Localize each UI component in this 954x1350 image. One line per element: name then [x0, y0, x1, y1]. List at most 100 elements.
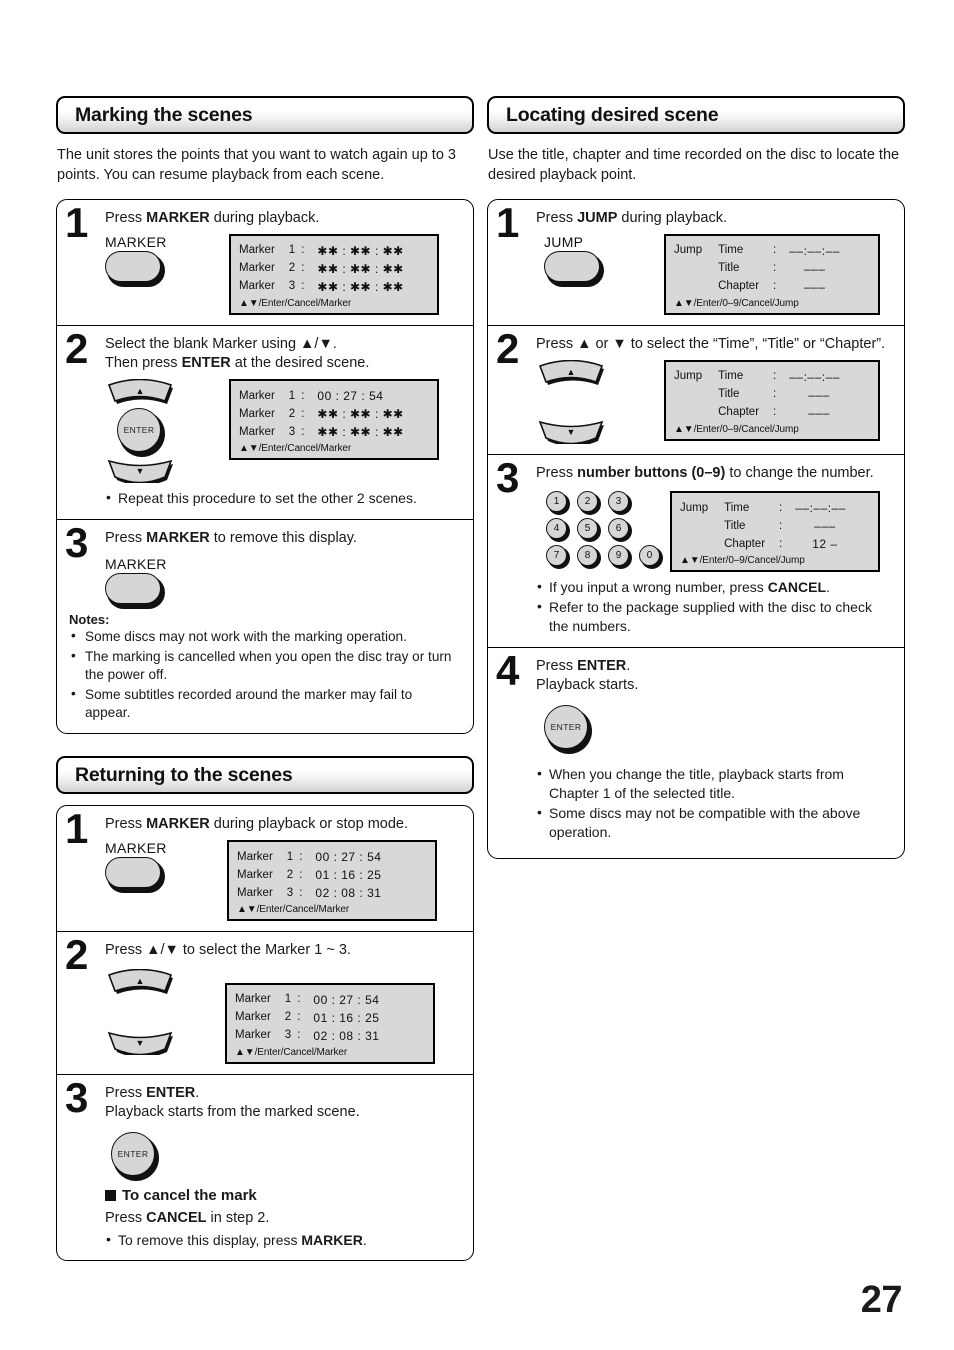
oval-button-shape[interactable] — [105, 250, 165, 287]
number-button-0[interactable]: 0 — [639, 545, 663, 570]
osd-row-value: 01 : 16 : 25 — [313, 1010, 380, 1025]
number-button-6[interactable]: 6 — [608, 518, 632, 543]
step-bullets: If you input a wrong number, press CANCE… — [536, 577, 892, 635]
osd-row-index: 2 — [284, 1011, 292, 1023]
step-bullets: When you change the title, playback star… — [536, 764, 892, 841]
number-button-5[interactable]: 5 — [577, 518, 601, 543]
dpad-graphic[interactable]: ▲ ENTER ▼ — [105, 379, 197, 484]
button-face[interactable] — [544, 250, 600, 282]
osd-row-label: Chapter — [718, 280, 760, 293]
marker-button-graphic[interactable]: MARKER — [105, 840, 167, 894]
osd-row-label: Marker — [235, 1029, 271, 1041]
arrow-up-button[interactable]: ▲ — [105, 968, 175, 995]
section-title: Locating desired scene — [506, 103, 719, 126]
number-button-1[interactable]: 1 — [546, 491, 570, 516]
enter-button-face[interactable]: ENTER — [111, 1132, 155, 1177]
osd-hint: ▲▼/Enter/Cancel/Marker — [237, 904, 350, 916]
step-instruction: Press MARKER during playback. — [105, 209, 320, 226]
arrow-up-glyph: ▲ — [566, 367, 576, 378]
arrow-down-button[interactable]: ▼ — [105, 457, 175, 484]
marker-button-graphic[interactable]: MARKER — [105, 234, 167, 287]
enter-button[interactable]: ENTER — [117, 408, 165, 458]
osd-table: Marker 1 : 00 : 27 : 54 Marker 2 : 01 : … — [235, 991, 384, 1045]
osd-row: Title : ––– — [674, 386, 854, 404]
osd-row-label: Marker — [239, 425, 275, 438]
osd-row: Marker 3 : ✱✱ : ✱✱ : ✱✱ — [239, 423, 409, 441]
osd-row-index: 3 — [288, 425, 296, 438]
step-instruction: Press ENTER. Playback starts from the mar… — [105, 1084, 360, 1121]
arrow-down-button[interactable]: ▼ — [105, 1029, 175, 1055]
oval-button-shape[interactable] — [544, 250, 604, 287]
enter-button[interactable]: ENTER — [111, 1132, 159, 1182]
osd-row: Jump Time : ––:––:–– — [674, 242, 845, 260]
number-button-7[interactable]: 7 — [546, 545, 570, 570]
osd-row-value: 02 : 08 : 31 — [313, 1028, 380, 1043]
step-returning-3: 3 Press ENTER. Playback starts from the m… — [57, 1073, 473, 1261]
arrow-down-button[interactable]: ▼ — [536, 418, 606, 445]
osd-jump-display: Jump Time : ––:––:–– Title : ––– Chapter… — [664, 360, 880, 442]
osd-marker-display: Marker 1 : 00 : 27 : 54 Marker 2 : 01 : … — [227, 840, 437, 922]
osd-row-value: ✱✱ : ✱✱ : ✱✱ — [317, 279, 404, 294]
osd-row-label: Time — [718, 244, 744, 257]
osd-row-label: Title — [718, 388, 740, 401]
jump-button-label: JUMP — [544, 233, 584, 250]
number-button-8[interactable]: 8 — [577, 545, 601, 570]
osd-jump-display: Jump Time : ––:––:–– Title : ––– Chapter… — [664, 233, 880, 315]
osd-row: Marker 2 : 01 : 16 : 25 — [237, 866, 386, 884]
osd-row-index: 3 — [288, 280, 296, 293]
jump-button-graphic[interactable]: JUMP — [544, 233, 604, 287]
steps-box-locating: 1 Press JUMP during playback. JUMP Jump … — [487, 198, 905, 860]
step-instruction: Press ▲ or ▼ to select the “Time”, “Titl… — [536, 335, 886, 352]
enter-button[interactable]: ENTER — [544, 705, 592, 755]
step-number: 1 — [496, 198, 519, 246]
osd-row-value: 12 – — [812, 537, 838, 552]
marker-button-label: MARKER — [105, 556, 167, 573]
marker-button-graphic[interactable]: MARKER — [105, 556, 167, 610]
dpad-graphic[interactable]: ▲ ▼ — [105, 968, 197, 1055]
number-button-2[interactable]: 2 — [577, 491, 601, 516]
steps-box-returning: 1 Press MARKER during playback or stop m… — [56, 805, 474, 1262]
osd-mode-label: Jump — [674, 244, 703, 257]
step-locating-2: 2 Press ▲ or ▼ to select the “Time”, “Ti… — [488, 324, 904, 454]
step-instruction: Press MARKER during playback or stop mod… — [105, 816, 409, 833]
bullet-item: If you input a wrong number, press CANCE… — [536, 577, 892, 597]
osd-row-index: 3 — [286, 886, 294, 899]
button-face[interactable] — [105, 857, 161, 889]
note-item: Some subtitles recorded around the marke… — [69, 685, 461, 723]
step-marking-2: 2 Select the blank Marker using ▲/▼. Then… — [57, 324, 473, 519]
number-button-3[interactable]: 3 — [608, 491, 632, 516]
osd-row-value: 02 : 08 : 31 — [315, 886, 382, 901]
step-locating-3: 3 Press number buttons (0–9) to change t… — [488, 454, 904, 647]
step-number: 1 — [65, 805, 88, 853]
osd-row-value: ––:––:–– — [789, 370, 840, 385]
osd-row-index: 2 — [288, 407, 296, 420]
osd-row-colon: : — [779, 537, 783, 550]
oval-button-shape[interactable] — [105, 857, 165, 894]
notes-title: Notes: — [69, 612, 110, 628]
step-instruction: Press number buttons (0–9) to change the… — [536, 465, 874, 482]
arrow-up-glyph: ▲ — [135, 975, 145, 986]
osd-row-colon: : — [299, 886, 303, 899]
osd-row-label: Title — [718, 262, 740, 275]
osd-row-label: Marker — [237, 868, 273, 881]
arrow-up-button[interactable]: ▲ — [105, 379, 175, 405]
osd-row-label: Marker — [235, 1011, 271, 1023]
oval-button-shape[interactable] — [105, 573, 165, 610]
step-number: 3 — [65, 519, 88, 567]
button-face[interactable] — [105, 573, 161, 605]
osd-row-value: 00 : 27 : 54 — [315, 850, 382, 865]
osd-row-value: ✱✱ : ✱✱ : ✱✱ — [317, 425, 404, 440]
enter-button-face[interactable]: ENTER — [544, 705, 588, 750]
number-buttons-graphic[interactable]: 1 2 3 4 5 6 7 8 9 0 — [546, 491, 670, 572]
dpad-graphic[interactable]: ▲ ▼ — [536, 360, 628, 445]
number-button-9[interactable]: 9 — [608, 545, 632, 570]
number-button-4[interactable]: 4 — [546, 518, 570, 543]
arrow-down-glyph: ▼ — [566, 427, 576, 438]
section-title: Marking the scenes — [75, 103, 253, 126]
button-face[interactable] — [105, 250, 161, 282]
osd-row-label: Marker — [237, 850, 273, 863]
step-number: 2 — [496, 324, 519, 372]
osd-row-value: ––– — [814, 519, 836, 534]
arrow-up-button[interactable]: ▲ — [536, 360, 606, 386]
osd-row-value: ––– — [803, 279, 826, 294]
